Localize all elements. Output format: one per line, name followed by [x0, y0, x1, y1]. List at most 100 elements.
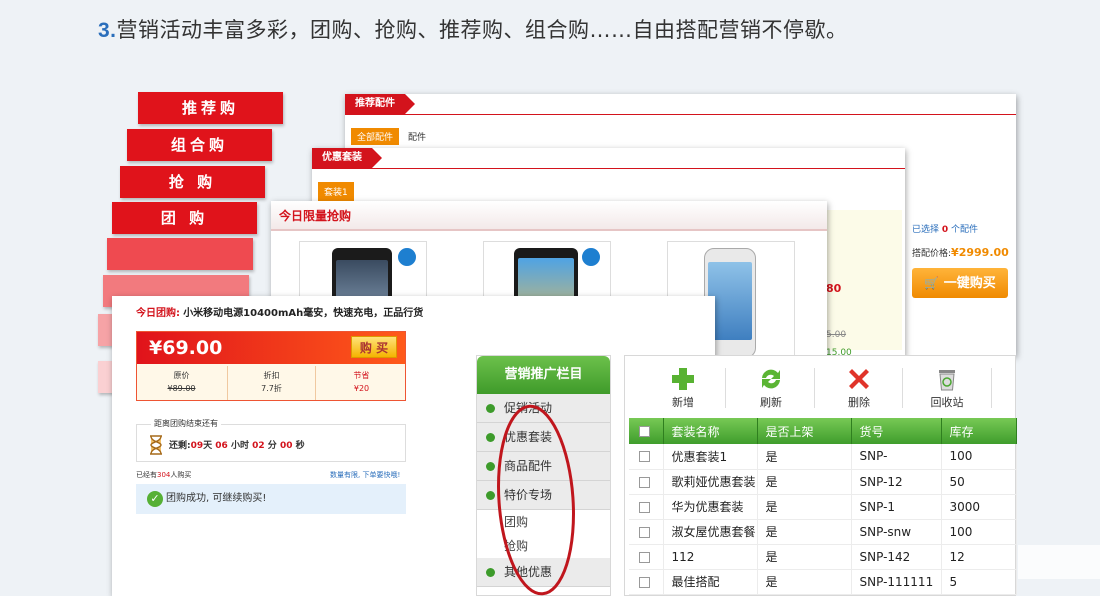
table-row[interactable]: 歌莉娅优惠套装是 SNP-12 50 [629, 469, 1017, 495]
hours-unit: 小时 [230, 441, 249, 451]
headline-number: 3. [98, 19, 117, 42]
recycle-label: 回收站 [930, 396, 964, 409]
table-row[interactable]: 最佳搭配是 SNP-111111 5 [629, 569, 1017, 595]
select-all-cell[interactable] [629, 418, 664, 444]
price-box: ¥69.00 购 买 原价 ¥89.00 折扣 7.7折 节省 ¥20 [136, 331, 406, 401]
delete-label: 删除 [848, 396, 870, 409]
col-header-name[interactable]: 套装名称 [663, 418, 758, 444]
cell-name: 华为优惠套装 [663, 494, 758, 520]
savings-label: 节省 [353, 371, 370, 380]
discount-value: 7.7折 [261, 384, 282, 393]
refresh-label: 刷新 [760, 396, 782, 409]
bullet-icon [486, 404, 495, 413]
ribbon-group[interactable]: 团 购 [112, 202, 257, 234]
ribbon-recommend[interactable]: 推荐购 [138, 92, 283, 124]
group-buy-title: 今日团购: 小米移动电源10400mAh毫安，快速充电，正品行货 [136, 304, 423, 319]
combo-chip[interactable]: 套装1 [318, 182, 354, 201]
cell-name: 歌莉娅优惠套装 [663, 469, 758, 495]
countdown-days: 09 [190, 441, 204, 451]
countdown-minutes: 02 [252, 441, 265, 451]
remain-label: 还剩: [169, 441, 191, 451]
cell-name: 优惠套装1 [663, 444, 758, 470]
add-button[interactable]: 新增 [653, 366, 713, 410]
table-row[interactable]: 优惠套装1 是 SNP- 100 [629, 444, 1017, 470]
row-checkbox[interactable] [639, 501, 650, 513]
filter-all[interactable]: 全部配件 [351, 128, 400, 145]
table-row[interactable]: 淑女屋优惠套餐是 SNP-snw 100 [629, 519, 1017, 545]
row-checkbox[interactable] [639, 476, 650, 488]
bought-number: 304 [157, 471, 171, 479]
row-select-cell[interactable] [629, 544, 664, 570]
col-header-stock[interactable]: 库存 [941, 418, 1017, 444]
bundle-price: 搭配价格:¥2999.00 [912, 246, 1009, 259]
row-select-cell[interactable] [629, 469, 664, 495]
col-header-listed[interactable]: 是否上架 [757, 418, 852, 444]
ribbon-combo[interactable]: 组合购 [127, 129, 272, 161]
row-select-cell[interactable] [629, 519, 664, 545]
package-grid-panel: 新增 刷新 删除 回收站 套装名称 是否上架 货号 库存 优惠套装1 是 SNP- 1… [624, 355, 1017, 596]
plus-icon [670, 366, 696, 392]
recycle-bin-icon [934, 366, 960, 392]
table-row[interactable]: 华为优惠套装是 SNP-1 3000 [629, 494, 1017, 520]
buy-all-button[interactable]: 🛒 一键购买 [912, 268, 1008, 298]
cell-sku: SNP-1 [851, 494, 942, 520]
col-header-sku[interactable]: 货号 [851, 418, 942, 444]
cell-stock: 100 [941, 519, 1017, 545]
group-buy-product-name: 小米移动电源10400mAh毫安，快速充电，正品行货 [183, 308, 424, 319]
combo-tab[interactable]: 优惠套装 [312, 148, 382, 168]
row-checkbox[interactable] [639, 551, 650, 563]
cell-listed: 是 [757, 519, 852, 545]
selected-prefix: 已选择 [912, 225, 940, 235]
cell-listed: 是 [757, 494, 852, 520]
minutes-unit: 分 [267, 441, 277, 451]
row-checkbox[interactable] [639, 526, 650, 538]
ribbon-flash[interactable]: 抢 购 [120, 166, 265, 198]
countdown-hours: 06 [215, 441, 228, 451]
watermark-area [1018, 545, 1100, 579]
cart-icon: 🛒 [924, 276, 940, 290]
bought-prefix: 已经有 [136, 471, 157, 479]
headline: 3.营销活动丰富多彩，团购、抢购、推荐购、组合购……自由搭配营销不停歇。 [98, 14, 848, 44]
headline-text: 营销活动丰富多彩，团购、抢购、推荐购、组合购……自由搭配营销不停歇。 [116, 18, 848, 42]
buy-button[interactable]: 购 买 [351, 336, 397, 358]
table-header-row: 套装名称 是否上架 货号 库存 [629, 418, 1017, 444]
selected-count: 0 [941, 225, 949, 235]
bullet-icon [486, 491, 495, 500]
refresh-button[interactable]: 刷新 [741, 366, 801, 410]
seconds-unit: 秒 [295, 441, 305, 451]
recommend-tab[interactable]: 推荐配件 [345, 94, 415, 114]
original-price-value: ¥89.00 [167, 384, 196, 393]
cell-name: 淑女屋优惠套餐 [663, 519, 758, 545]
cell-sku: SNP-111111 [851, 569, 942, 595]
buy-all-label: 一键购买 [943, 276, 996, 291]
delete-x-icon [846, 366, 872, 392]
row-select-cell[interactable] [629, 444, 664, 470]
days-unit: 天 [203, 441, 213, 451]
row-select-cell[interactable] [629, 569, 664, 595]
success-banner: ✓ 团购成功, 可继续购买! [136, 484, 406, 514]
filter-parts[interactable]: 配件 [408, 130, 426, 143]
combo-fragment-a: 80 [826, 282, 842, 295]
original-price-col: 原价 ¥89.00 [137, 366, 226, 400]
limited-note: 数量有限, 下单要快哦! [330, 471, 401, 479]
recycle-bin-button[interactable]: 回收站 [917, 366, 977, 410]
cell-stock: 3000 [941, 494, 1017, 520]
select-all-checkbox[interactable] [639, 426, 650, 437]
cell-stock: 100 [941, 444, 1017, 470]
flash-title: 今日限量抢购 [271, 201, 827, 231]
countdown-label: 距离团购结束还有 [151, 418, 221, 429]
row-select-cell[interactable] [629, 494, 664, 520]
refresh-icon [758, 366, 784, 392]
row-checkbox[interactable] [639, 576, 650, 588]
highlight-ellipse [497, 404, 575, 596]
delete-button[interactable]: 删除 [829, 366, 889, 410]
bought-count: 已经有304人购买 [136, 470, 191, 480]
cell-stock: 5 [941, 569, 1017, 595]
row-checkbox[interactable] [639, 451, 650, 463]
success-text: 团购成功, 可继续购买! [166, 493, 267, 504]
bullet-icon [486, 433, 495, 442]
discount-label: 折扣 [263, 371, 280, 380]
table-row[interactable]: 112 是 SNP-142 12 [629, 544, 1017, 570]
warranty-badge-icon [580, 246, 602, 268]
countdown-seconds: 00 [279, 441, 293, 451]
